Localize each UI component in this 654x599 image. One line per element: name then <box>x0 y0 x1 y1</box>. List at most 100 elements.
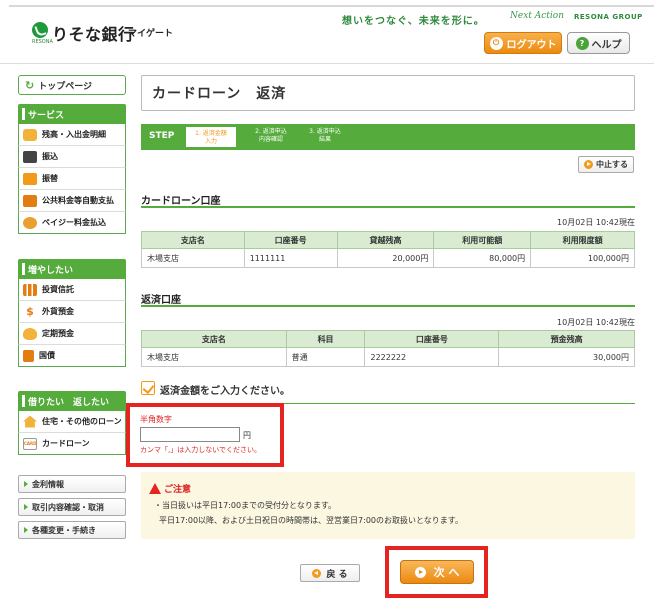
column-header: 支店名 <box>141 330 287 348</box>
available-amount-cell: 80,000円 <box>433 248 532 268</box>
bank-logo-text: りそな銀行 <box>52 25 135 44</box>
repayment-account-table: 支店名 科目 口座番号 預金残高 木場支店 普通 2222222 30,000円 <box>141 330 635 367</box>
moneybag-icon <box>23 327 37 340</box>
loan-account-table: 支店名 口座番号 貸越残高 利用可能額 利用限度額 木場支店 1111111 2… <box>141 231 635 268</box>
transfer-icon <box>23 150 37 163</box>
card-icon: CARD <box>23 437 37 450</box>
column-header: 支店名 <box>141 231 245 249</box>
sidebar-item-transfer[interactable]: 振込 <box>18 146 126 168</box>
no-comma-warning: カンマ「,」は入力しないでください。 <box>140 446 262 454</box>
sidebar-link-label: 各種変更・手続き <box>32 525 96 535</box>
help-button[interactable]: ? ヘルプ <box>567 32 630 54</box>
sidebar-item-label: 国債 <box>39 351 55 360</box>
repayment-timestamp: 10月02日 10:42現在 <box>557 318 635 327</box>
sidebar-link-settings-procedures[interactable]: 各種変更・手続き <box>18 521 126 539</box>
column-header: 科目 <box>285 330 366 348</box>
sidebar-section-loans: 借りたい 返したい 住宅・その他のローン CARD カードローン <box>18 391 126 455</box>
arrow-right-icon <box>584 160 593 169</box>
next-button[interactable]: 次 へ <box>400 560 474 584</box>
header-divider <box>0 63 654 64</box>
step-1-text: 1. 返済金額 入力 <box>195 130 227 145</box>
sidebar-item-label: 外貨預金 <box>42 307 74 316</box>
step-3-text: 3. 返済申込 結果 <box>309 128 341 143</box>
sidebar-item-label: 公共料金等自動支払 <box>42 196 114 205</box>
sidebar-section-increase: 増やしたい 投資信託 $ 外貨預金 定期預金 国債 <box>18 259 126 367</box>
notice-line: ・当日扱いは平日17:00までの受付分となります。 <box>154 501 337 510</box>
cancel-button[interactable]: 中止する <box>578 156 634 173</box>
resona-group-label: RESONA GROUP <box>574 13 643 21</box>
account-number-cell: 1111111 <box>243 248 338 268</box>
account-type-cell: 普通 <box>285 347 366 367</box>
page-title: カードローン 返済 <box>141 75 635 111</box>
step-2: 2. 返済申込 内容確認 <box>246 128 296 144</box>
back-label: 戻 る <box>326 569 348 580</box>
branch-cell: 木場支店 <box>141 347 287 367</box>
sidebar-item-label: 振込 <box>42 152 58 161</box>
triangle-right-icon <box>24 481 28 487</box>
next-label: 次 へ <box>433 566 460 579</box>
sidebar-item-investment[interactable]: 投資信託 <box>18 279 126 301</box>
payeasy-icon <box>23 216 37 229</box>
sidebar-item-label: カードローン <box>42 439 90 448</box>
triangle-right-icon <box>24 527 28 533</box>
branch-cell: 木場支店 <box>141 248 245 268</box>
notice-title: ご注意 <box>149 482 191 495</box>
loan-timestamp: 10月02日 10:42現在 <box>557 218 635 227</box>
sidebar-link-interest-rates[interactable]: 金利情報 <box>18 475 126 493</box>
sidebar-item-label: 振替 <box>42 174 58 183</box>
table-row: 木場支店 1111111 20,000円 80,000円 100,000円 <box>141 248 635 268</box>
column-header: 利用限度額 <box>530 231 635 249</box>
sidebar-item-home-loan[interactable]: 住宅・その他のローン <box>18 411 126 433</box>
step-label: STEP <box>149 131 175 141</box>
deposit-balance-cell: 30,000円 <box>498 347 635 367</box>
help-label: ヘルプ <box>591 39 622 51</box>
sidebar-item-label: 残高・入出金明細 <box>42 130 106 139</box>
cancel-label: 中止する <box>596 160 628 169</box>
sidebar-heading: 借りたい 返したい <box>18 391 126 411</box>
table-header-row: 支店名 科目 口座番号 預金残高 <box>141 330 635 348</box>
halfwidth-digits-label: 半角数字 <box>140 415 172 424</box>
wallet-icon <box>23 128 37 141</box>
overdraft-balance-cell: 20,000円 <box>336 248 435 268</box>
warning-icon <box>149 483 161 494</box>
sidebar-item-balance[interactable]: 残高・入出金明細 <box>18 124 126 146</box>
power-icon: ⏻ <box>489 36 503 50</box>
sidebar-item-label: 定期預金 <box>42 329 74 338</box>
table-header-row: 支店名 口座番号 貸越残高 利用可能額 利用限度額 <box>141 231 635 249</box>
header-tagline: 想いをつなぐ、未来を形に。 <box>342 16 485 27</box>
resona-logo-icon <box>32 22 48 38</box>
notice-title-text: ご注意 <box>164 485 192 495</box>
dollar-icon: $ <box>26 305 34 318</box>
exchange-icon <box>23 172 37 185</box>
step-2-text: 2. 返済申込 内容確認 <box>255 128 287 143</box>
amount-instruction: 返済金額をご入力ください。 <box>160 386 290 397</box>
sidebar-link-label: 取引内容確認・取消 <box>32 502 104 512</box>
question-icon: ? <box>575 36 589 50</box>
sidebar-item-payeasy[interactable]: ペイジー料金払込 <box>18 212 126 234</box>
chart-icon <box>23 283 37 296</box>
sidebar-section-services: サービス 残高・入出金明細 振込 振替 公共料金等自動支払 ペイジー料金払込 <box>18 104 126 234</box>
column-header: 口座番号 <box>364 330 500 348</box>
faucet-icon <box>23 194 37 207</box>
repayment-amount-input[interactable] <box>140 427 240 442</box>
sidebar-item-label: 住宅・その他のローン <box>42 417 122 426</box>
sidebar-item-foreign-deposit[interactable]: $ 外貨預金 <box>18 301 126 323</box>
back-button[interactable]: 戻 る <box>300 564 360 582</box>
repayment-account-heading: 返済口座 <box>141 295 181 306</box>
column-header: 利用可能額 <box>433 231 532 249</box>
refresh-icon: ↻ <box>25 78 35 92</box>
sidebar-item-bonds[interactable]: 国債 <box>18 345 126 367</box>
account-number-cell: 2222222 <box>364 347 500 367</box>
sidebar-item-label: 投資信託 <box>42 285 74 294</box>
sidebar-link-transaction-history[interactable]: 取引内容確認・取消 <box>18 498 126 516</box>
logout-button[interactable]: ⏻ ログアウト <box>484 32 562 54</box>
sidebar-item-time-deposit[interactable]: 定期預金 <box>18 323 126 345</box>
yen-unit-label: 円 <box>243 431 251 440</box>
mygate-label: マイゲート <box>128 29 174 39</box>
checkmark-icon <box>141 381 155 395</box>
sidebar-item-utility[interactable]: 公共料金等自動支払 <box>18 190 126 212</box>
sidebar-item-card-loan[interactable]: CARD カードローン <box>18 433 126 455</box>
step-3: 3. 返済申込 結果 <box>300 128 350 144</box>
sidebar-item-exchange[interactable]: 振替 <box>18 168 126 190</box>
sidebar-top-page-link[interactable]: ↻ トップページ <box>18 75 126 95</box>
